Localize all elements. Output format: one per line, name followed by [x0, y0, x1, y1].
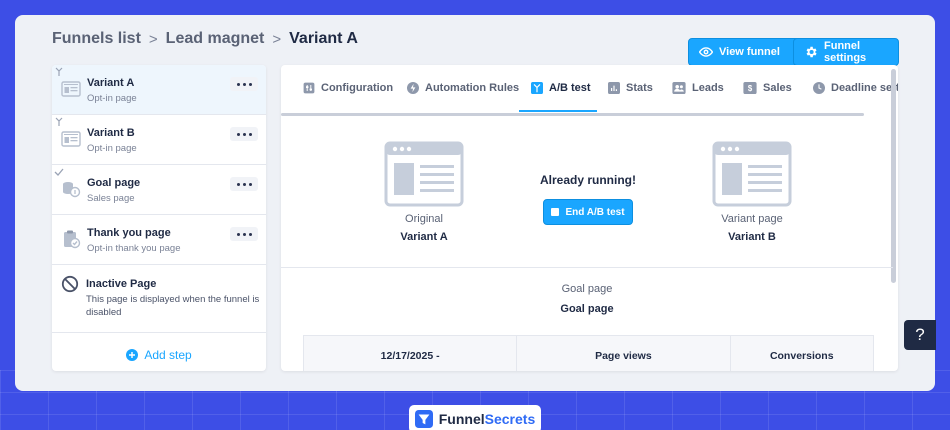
clipboard-check-icon [64, 230, 81, 249]
funnel-settings-button[interactable]: Funnel settings [793, 38, 899, 66]
sidebar-step-goal-page[interactable]: Goal page Sales page [52, 165, 266, 215]
tab-configuration[interactable]: Configuration [303, 65, 393, 111]
sidebar-step-variant-b[interactable]: Variant B Opt-in page [52, 115, 266, 165]
step-subtitle: Opt-in page [87, 143, 137, 154]
step-title: Variant A [87, 77, 135, 89]
page-layout-icon [61, 81, 81, 97]
step-subtitle: Opt-in page [87, 93, 137, 104]
step-subtitle: Sales page [87, 193, 135, 204]
step-menu-button[interactable] [230, 227, 258, 241]
bar-chart-icon [608, 82, 620, 94]
step-title: Goal page [87, 177, 141, 189]
ab-test-status: Already running! End A/B test [513, 173, 663, 225]
vertical-scrollbar[interactable] [891, 69, 896, 283]
coins-icon [63, 182, 81, 198]
goal-section: Goal page Goal page [281, 283, 893, 315]
table-header-page-views: Page views [517, 336, 731, 371]
page-layout-icon [712, 141, 792, 207]
active-tab-indicator [519, 110, 597, 112]
help-button[interactable]: ? [904, 320, 936, 350]
step-title: Variant B [87, 127, 135, 139]
results-table-header: 12/17/2025 - Page views Conversions [303, 335, 874, 371]
clock-icon [813, 82, 825, 94]
sliders-icon [303, 82, 315, 94]
tab-sales[interactable]: $ Sales [743, 65, 792, 111]
tab-leads[interactable]: Leads [672, 65, 724, 111]
tab-stats[interactable]: Stats [608, 65, 653, 111]
breadcrumb-separator: > [148, 30, 158, 48]
app-window: Funnels list > Lead magnet > Variant A V… [15, 15, 935, 391]
variant-name: Variant B [728, 231, 776, 243]
check-icon [54, 168, 64, 176]
tab-label: Deadline setti [831, 82, 898, 94]
brand-logo: FunnelSecrets [409, 405, 541, 430]
add-step-button[interactable]: Add step [52, 348, 266, 362]
split-icon [55, 67, 63, 76]
add-step-label: Add step [144, 348, 192, 362]
inactive-title: Inactive Page [86, 278, 157, 290]
breadcrumb-funnels-list[interactable]: Funnels list [52, 30, 141, 48]
variant-page: Variant page Variant B [677, 141, 827, 243]
stop-icon [551, 208, 560, 216]
steps-sidebar: Variant A Opt-in page Variant B Opt-in p… [52, 65, 266, 371]
view-funnel-button[interactable]: View funnel [688, 38, 808, 66]
sidebar-step-thank-you[interactable]: Thank you page Opt-in thank you page [52, 215, 266, 265]
page-layout-icon [384, 141, 464, 207]
gear-icon [806, 46, 817, 58]
step-menu-button[interactable] [230, 177, 258, 191]
original-label: Original [405, 213, 443, 225]
goal-value: Goal page [560, 303, 614, 315]
users-icon [672, 82, 686, 94]
horizontal-scrollbar[interactable] [281, 113, 864, 116]
page-layout-icon [61, 131, 81, 147]
table-header-conversions: Conversions [769, 349, 834, 362]
dollar-icon: $ [743, 82, 757, 94]
variant-label: Variant page [721, 213, 783, 225]
tab-automation-rules[interactable]: Automation Rules [407, 65, 519, 111]
section-divider [281, 267, 893, 268]
main-panel: Configuration Automation Rules A/B test … [281, 65, 898, 371]
step-menu-button[interactable] [230, 127, 258, 141]
status-text: Already running! [539, 173, 636, 187]
brand-part-secrets: Secrets [484, 411, 536, 427]
step-subtitle: Opt-in thank you page [87, 243, 181, 254]
bolt-icon [407, 82, 419, 94]
view-funnel-label: View funnel [719, 46, 780, 58]
breadcrumb-lead-magnet[interactable]: Lead magnet [166, 30, 265, 48]
plus-circle-icon [126, 349, 139, 361]
original-name: Variant A [400, 231, 448, 243]
ban-icon [61, 275, 79, 293]
tab-label: Leads [692, 82, 724, 94]
svg-text:$: $ [748, 84, 753, 93]
end-ab-test-button[interactable]: End A/B test [543, 199, 633, 225]
funnel-settings-label: Funnel settings [824, 40, 867, 64]
sidebar-inactive-page[interactable]: Inactive Page This page is displayed whe… [52, 265, 266, 333]
tab-bar: Configuration Automation Rules A/B test … [281, 65, 898, 113]
step-title: Thank you page [87, 227, 171, 239]
tab-label: Automation Rules [425, 82, 520, 94]
tab-label: Configuration [321, 82, 394, 94]
inactive-description: This page is displayed when the funnel i… [86, 294, 260, 318]
tab-label: Sales [763, 82, 792, 94]
goal-label: Goal page [561, 283, 613, 295]
step-menu-button[interactable] [230, 77, 258, 91]
table-header-date[interactable]: 12/17/2025 - [304, 336, 518, 371]
tab-label: A/B test [549, 82, 591, 94]
funnel-logo-icon [414, 410, 433, 428]
sidebar-step-variant-a[interactable]: Variant A Opt-in page [52, 65, 266, 115]
split-icon [531, 82, 543, 94]
brand-part-funnel: Funnel [438, 411, 485, 427]
split-icon [55, 117, 63, 126]
end-ab-test-label: End A/B test [565, 206, 625, 218]
page-header: Funnels list > Lead magnet > Variant A V… [52, 28, 899, 66]
original-variant: Original Variant A [349, 141, 499, 243]
breadcrumb-current: Variant A [289, 30, 358, 47]
tab-label: Stats [626, 82, 653, 94]
tab-deadline-settings[interactable]: Deadline setti [813, 65, 898, 111]
eye-icon [699, 47, 713, 57]
breadcrumb-separator: > [272, 30, 282, 48]
tab-ab-test[interactable]: A/B test [531, 65, 591, 111]
breadcrumb: Funnels list > Lead magnet > Variant A [52, 28, 358, 50]
